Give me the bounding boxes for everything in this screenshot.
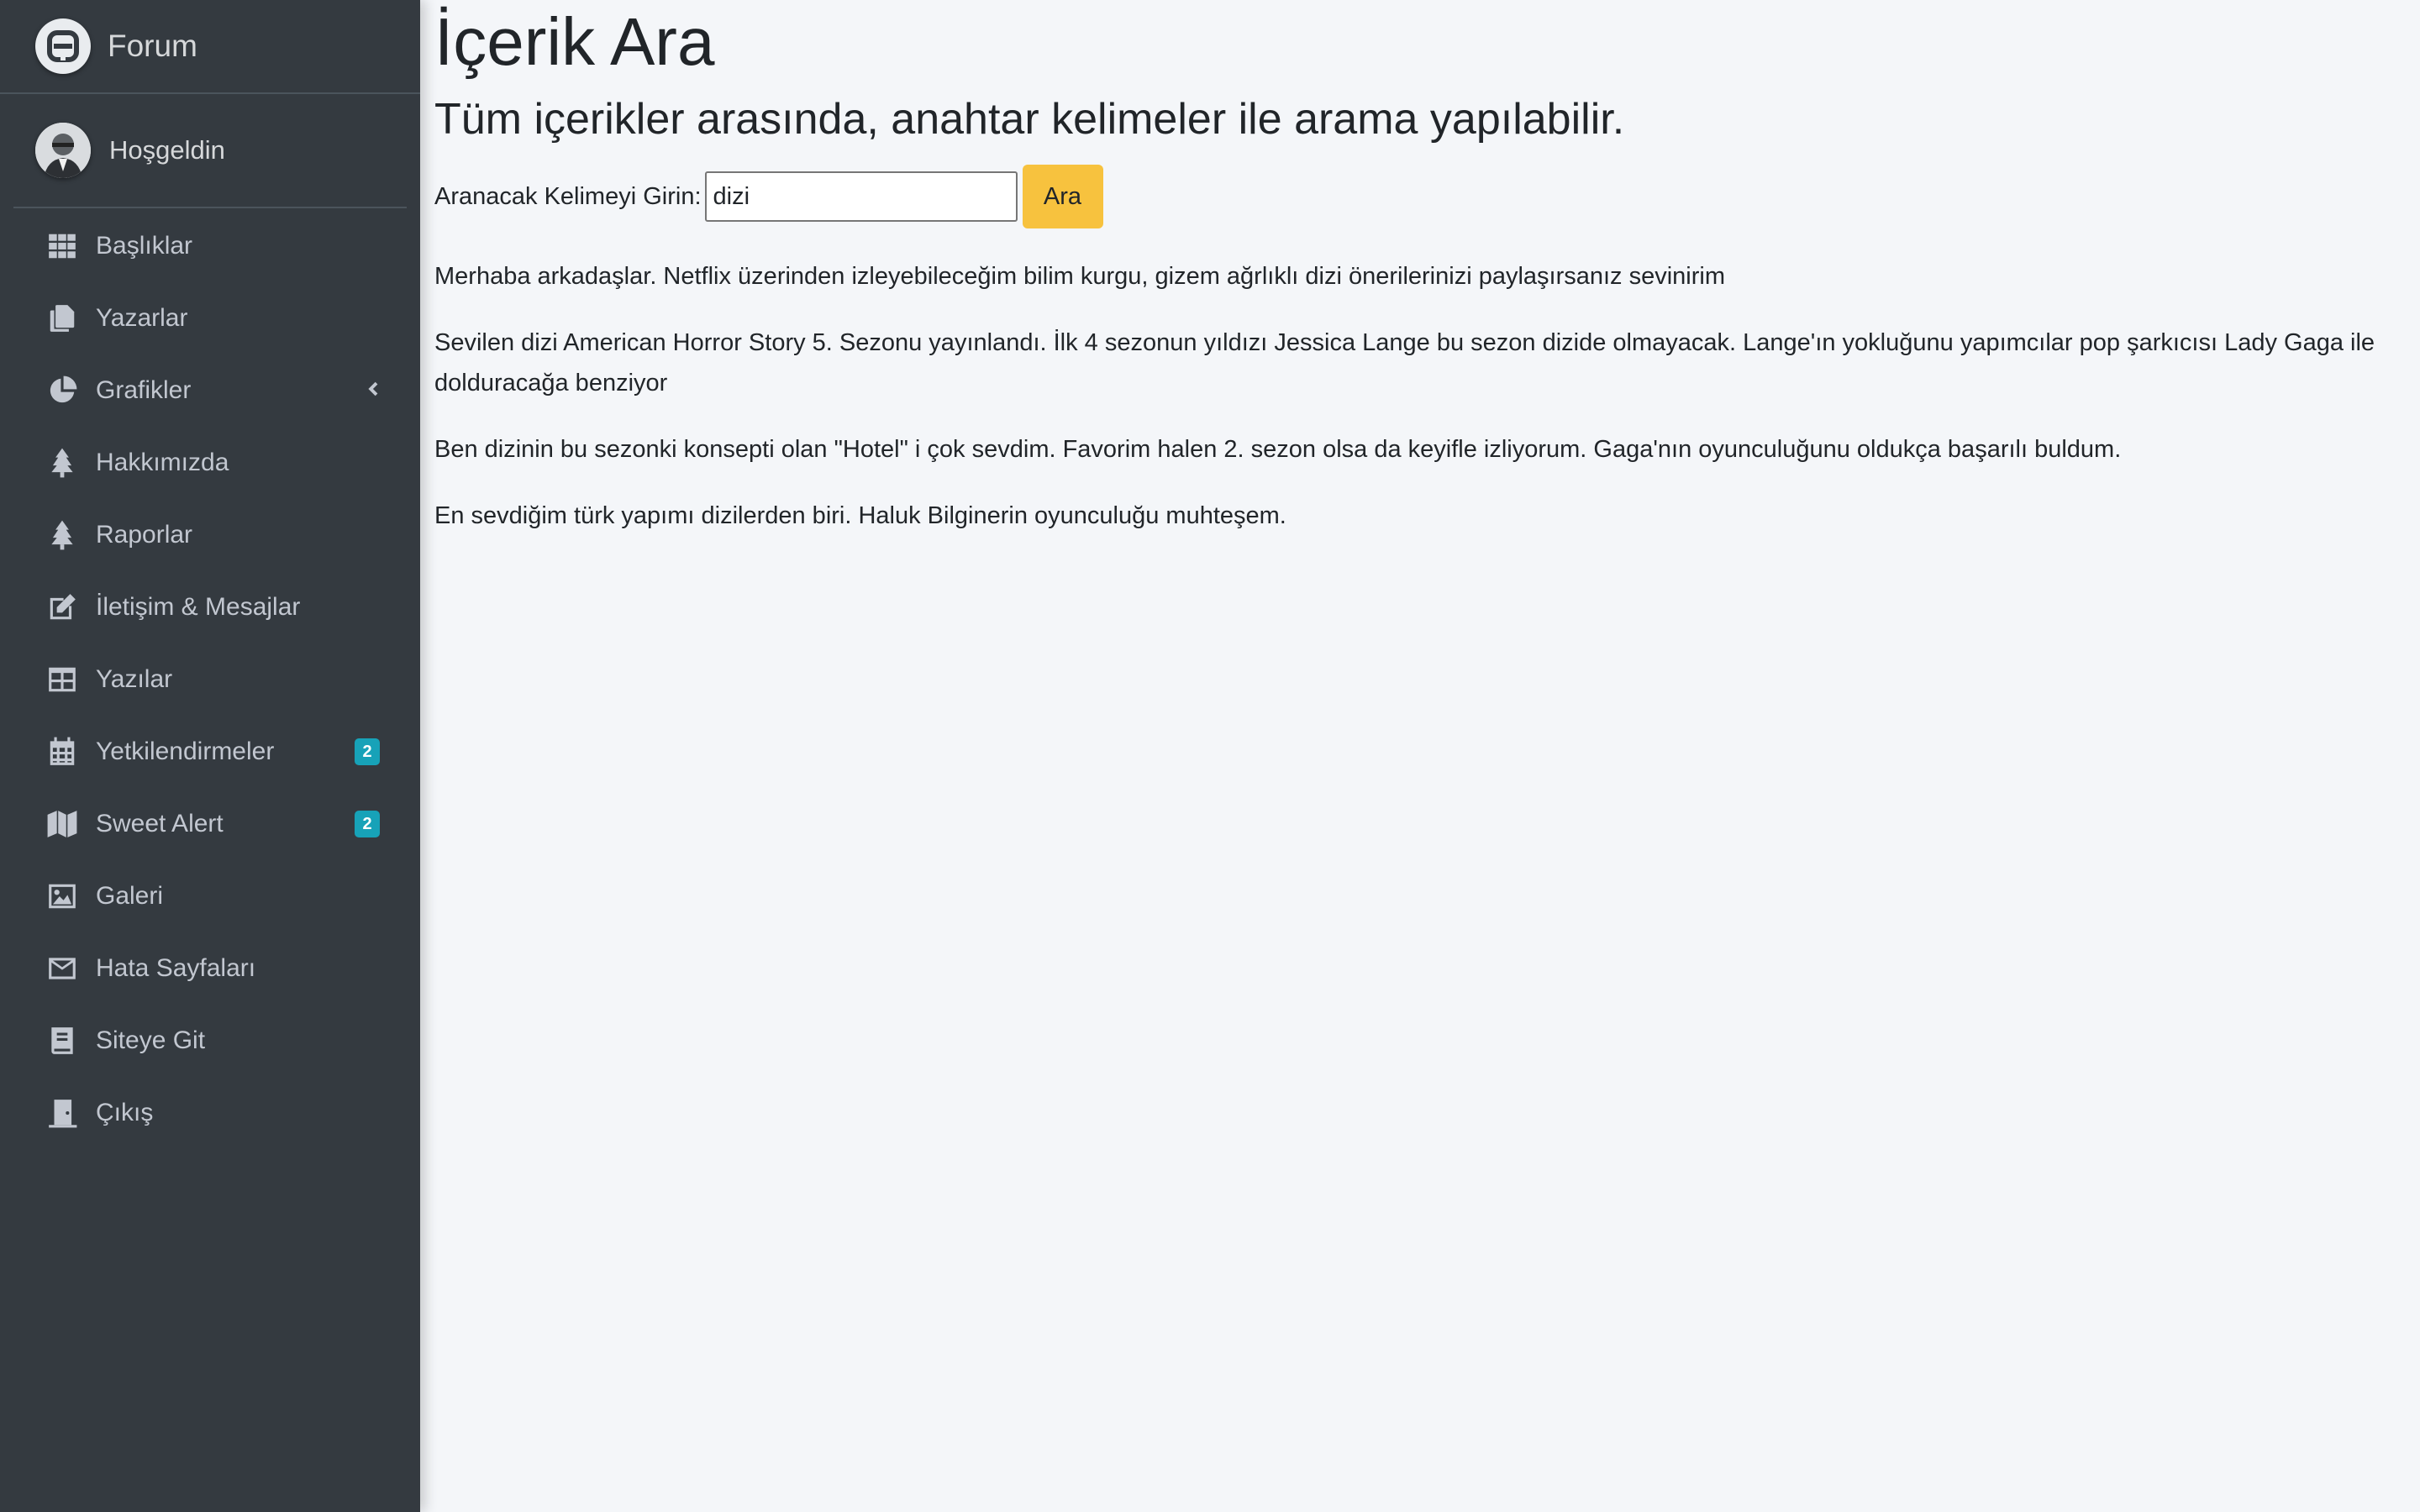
- avatar: [35, 123, 91, 178]
- main-content: İçerik Ara Tüm içerikler arasında, anaht…: [420, 0, 2420, 1512]
- sidebar-item-label: Grafikler: [96, 376, 192, 404]
- brand-text: Forum: [108, 29, 197, 63]
- calendar-icon: [45, 735, 79, 769]
- door-icon: [45, 1096, 79, 1130]
- grid-icon: [45, 229, 79, 263]
- brand-link[interactable]: Forum: [0, 0, 420, 94]
- sidebar-item-hata-sayfalari[interactable]: Hata Sayfaları: [13, 937, 407, 1000]
- sidebar-item-grafikler[interactable]: Grafikler: [13, 360, 407, 422]
- result-item: Sevilen dizi American Horror Story 5. Se…: [434, 329, 2375, 396]
- sidebar-item-galeri[interactable]: Galeri: [13, 865, 407, 927]
- sidebar-item-label: Çıkış: [96, 1099, 154, 1126]
- sidebar-item-label: Hakkımızda: [96, 449, 229, 476]
- search-form: Aranacak Kelimeyi Girin: Ara: [434, 165, 1103, 228]
- user-name: Hoşgeldin: [109, 135, 225, 165]
- table-icon: [45, 663, 79, 696]
- result-item: Merhaba arkadaşlar. Netflix üzerinden iz…: [434, 263, 1726, 290]
- sidebar-item-label: Başlıklar: [96, 232, 193, 260]
- sidebar-item-label: Yetkilendirmeler: [96, 738, 275, 765]
- chevron-left-icon: [363, 380, 381, 402]
- forum-logo-icon: [35, 18, 91, 74]
- sidebar-item-yazilar[interactable]: Yazılar: [13, 648, 407, 711]
- sidebar-item-raporlar[interactable]: Raporlar: [13, 504, 407, 566]
- sidebar-item-cikis[interactable]: Çıkış: [13, 1082, 407, 1144]
- sidebar-item-label: Yazarlar: [96, 304, 188, 332]
- sidebar: Forum Hoşgeldin Başlıklar Yazarlar Grafi…: [0, 0, 420, 1512]
- sidebar-item-label: Siteye Git: [96, 1026, 206, 1054]
- pie-chart-icon: [45, 374, 79, 407]
- sidebar-item-label: Hata Sayfaları: [96, 954, 256, 982]
- sidebar-item-yazarlar[interactable]: Yazarlar: [13, 287, 407, 349]
- sidebar-item-hakkimizda[interactable]: Hakkımızda: [13, 432, 407, 494]
- sidebar-item-iletisim[interactable]: İletişim & Mesajlar: [13, 576, 407, 638]
- sidebar-item-yetkilendirmeler[interactable]: Yetkilendirmeler 2: [13, 721, 407, 783]
- count-badge: 2: [355, 738, 380, 765]
- sidebar-item-sweet-alert[interactable]: Sweet Alert 2: [13, 793, 407, 855]
- sidebar-item-label: Galeri: [96, 882, 164, 910]
- edit-icon: [45, 591, 79, 624]
- sidebar-item-basliklar[interactable]: Başlıklar: [13, 215, 407, 277]
- sidebar-item-label: İletişim & Mesajlar: [96, 593, 301, 621]
- tree-icon: [45, 518, 79, 552]
- envelope-icon: [45, 952, 79, 985]
- search-results: Merhaba arkadaşlar. Netflix üzerinden iz…: [434, 256, 2409, 562]
- search-input[interactable]: [704, 171, 1018, 222]
- search-label: Aranacak Kelimeyi Girin:: [434, 182, 702, 210]
- sidebar-item-siteye-git[interactable]: Siteye Git: [13, 1010, 407, 1072]
- book-icon: [45, 1024, 79, 1058]
- tree-icon: [45, 446, 79, 480]
- image-icon: [45, 879, 79, 913]
- result-item: En sevdiğim türk yapımı dizilerden biri.…: [434, 502, 1286, 529]
- count-badge: 2: [355, 811, 380, 837]
- result-item: Ben dizinin bu sezonki konsepti olan "Ho…: [434, 436, 2122, 463]
- search-button[interactable]: Ara: [1022, 165, 1103, 228]
- copy-icon: [45, 302, 79, 335]
- sidebar-item-label: Raporlar: [96, 521, 193, 549]
- sidebar-item-label: Yazılar: [96, 665, 173, 693]
- page-title: İçerik Ara: [434, 4, 715, 79]
- sidebar-item-label: Sweet Alert: [96, 810, 224, 837]
- user-panel[interactable]: Hoşgeldin: [13, 94, 407, 208]
- page-subtitle: Tüm içerikler arasında, anahtar kelimele…: [434, 95, 1625, 144]
- map-icon: [45, 807, 79, 841]
